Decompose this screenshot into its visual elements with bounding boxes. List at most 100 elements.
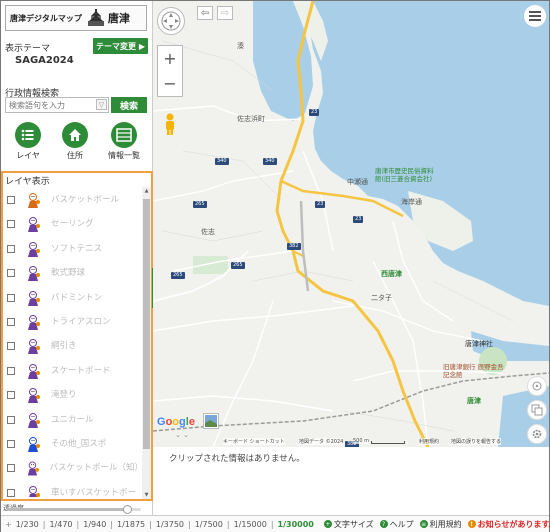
layer-item[interactable]: 綱引き (5, 335, 143, 357)
map-label-bank: 旧唐津銀行 辰野金吾記念館 (443, 363, 504, 379)
climbing-icon (28, 388, 40, 404)
layer-label: 滝登り (51, 390, 77, 401)
scale-option[interactable]: 1/15000 (234, 520, 267, 529)
search-dropdown-icon[interactable]: ▽ (96, 99, 107, 110)
basketball-icon (28, 193, 40, 208)
address-button[interactable] (62, 122, 88, 148)
road-number: 340 (263, 158, 277, 165)
layer-label: セーリング (51, 219, 94, 230)
back-arrow-icon[interactable]: ⇦ (197, 6, 213, 20)
baseball-icon (28, 266, 40, 282)
layer-item[interactable]: トライアスロン (5, 311, 143, 333)
layer-checkbox[interactable] (7, 196, 15, 204)
layer-scrollbar[interactable]: ▲ ▼ (142, 187, 151, 499)
layer-item[interactable]: セーリング (5, 213, 143, 235)
layer-item[interactable]: 軟式野球 (5, 262, 143, 284)
layer-item[interactable]: ソフトテニス (5, 238, 143, 260)
layer-item[interactable]: その他_国スポ (5, 433, 143, 455)
scroll-up-icon[interactable]: ▲ (143, 187, 150, 195)
map-label-nakamachi: 中瀬通 (347, 178, 368, 186)
sea-area (308, 1, 549, 306)
layer-button[interactable] (15, 122, 41, 148)
layer-label: バドミントン (51, 292, 103, 303)
locate-button[interactable] (527, 376, 547, 396)
attribution-terms[interactable]: 利用規約 (419, 438, 440, 445)
scale-option[interactable]: 1/470 (49, 520, 72, 529)
zoom-out-button[interactable]: − (163, 71, 176, 96)
scale-separator: | (270, 519, 274, 529)
layer-item[interactable]: 車いすバスケットボー (5, 482, 143, 497)
compass-control[interactable] (157, 7, 185, 35)
layer-item[interactable]: スケートボード (5, 360, 143, 382)
layer-button-label: レイヤ (16, 151, 40, 160)
layer-checkbox[interactable] (7, 244, 15, 253)
compass-icon (161, 11, 181, 31)
hamburger-icon (529, 11, 541, 21)
layer-item[interactable]: 滝登り (5, 384, 143, 406)
transparency-slider-knob[interactable] (122, 505, 132, 514)
attribution-scale: 500 m (353, 438, 370, 444)
pan-arrows-icon[interactable]: ⌄ ⌄ (175, 431, 189, 439)
change-theme-button[interactable]: テーマ変更 ▶ (93, 38, 148, 54)
layer-checkbox[interactable] (7, 391, 15, 400)
layer-item[interactable]: バドミントン (5, 287, 143, 309)
attribution-shortcut[interactable]: キーボード ショートカット (223, 438, 285, 445)
map-label-kaigan: 海岸通 (401, 198, 422, 206)
footer-link[interactable]: + 文字サイズ (323, 519, 374, 530)
search-input[interactable] (5, 97, 109, 113)
wheelchair-basketball-icon (29, 485, 40, 497)
layer-checkbox[interactable] (7, 318, 15, 326)
bottom-bar: + 1/230 | 1/470 | 1/940 | 1/1875 | 1/3750 | 1/7500… (1, 515, 550, 532)
settings-button[interactable] (527, 424, 547, 444)
footer-link[interactable]: ? ヘルプ (379, 519, 414, 530)
layer-checkbox[interactable] (7, 366, 15, 375)
attribution-report[interactable]: 地図の誤りを報告する (451, 438, 502, 445)
scale-option[interactable]: 1/3750 (156, 520, 184, 529)
layers-toggle-button[interactable] (527, 400, 547, 420)
map-label-nishi-karatsu: 西唐津 (381, 270, 402, 278)
scale-option[interactable]: 1/940 (83, 520, 106, 529)
layer-scrollbar-thumb[interactable] (143, 199, 150, 449)
map-label-saga-shi: 佐志 (201, 228, 215, 236)
map-label-karatsu-jinja: 唐津神社 (465, 340, 493, 348)
map-label-nishino: 二タ子 (371, 294, 392, 302)
layer-checkbox[interactable] (7, 464, 15, 473)
layer-checkbox[interactable] (7, 220, 15, 229)
zoom-in-button[interactable]: + (163, 46, 176, 71)
theme-value: SAGA2024 (15, 55, 74, 66)
scale-option[interactable]: 1/7500 (195, 520, 223, 529)
info-list-button[interactable] (111, 122, 137, 148)
forward-arrow-icon[interactable]: ⇨ (217, 6, 233, 20)
info-message: クリップされた情報はありません。 (169, 454, 305, 464)
unicurl-icon (28, 412, 40, 428)
street-view-pegman-icon[interactable] (164, 113, 176, 138)
scale-separator: | (42, 519, 46, 529)
map-view[interactable]: 340 23 340 265 265 382 23 23 382 265 湊 佐… (153, 1, 549, 447)
layer-checkbox[interactable] (7, 415, 15, 424)
layer-item[interactable]: ユニカール (5, 409, 143, 431)
footer-link[interactable]: ≡ 利用規約 (419, 519, 462, 530)
map-thumbnail-button[interactable] (203, 413, 219, 429)
menu-button[interactable] (524, 5, 546, 27)
layer-checkbox[interactable] (7, 440, 15, 448)
layer-checkbox[interactable] (7, 488, 15, 497)
scale-option[interactable]: 1/30000 (278, 520, 314, 529)
scale-option[interactable]: 1/1875 (117, 520, 145, 529)
scroll-down-icon[interactable]: ▼ (143, 491, 150, 499)
map-canvas (153, 1, 549, 447)
scale-option[interactable]: 1/230 (16, 520, 39, 529)
layer-label: バスケットボール（知） (49, 463, 143, 474)
site-logo[interactable]: 唐津デジタルマップ 唐津 (5, 5, 147, 31)
search-button[interactable]: 検索 (111, 97, 147, 113)
scale-separator: | (110, 519, 113, 529)
layer-checkbox[interactable] (7, 293, 15, 302)
road-number: 265 (171, 272, 185, 279)
layer-item[interactable]: バスケットボール (5, 189, 143, 211)
map-label-minato: 湊 (237, 42, 244, 50)
layer-checkbox[interactable] (7, 342, 15, 351)
info-list-button-label: 情報一覧 (108, 151, 140, 160)
layer-checkbox[interactable] (7, 269, 15, 278)
footer-link[interactable]: ! お知らせがあります。 (467, 519, 550, 530)
transparency-slider[interactable] (7, 505, 141, 514)
layer-item[interactable]: バスケットボール（知） (5, 457, 143, 479)
